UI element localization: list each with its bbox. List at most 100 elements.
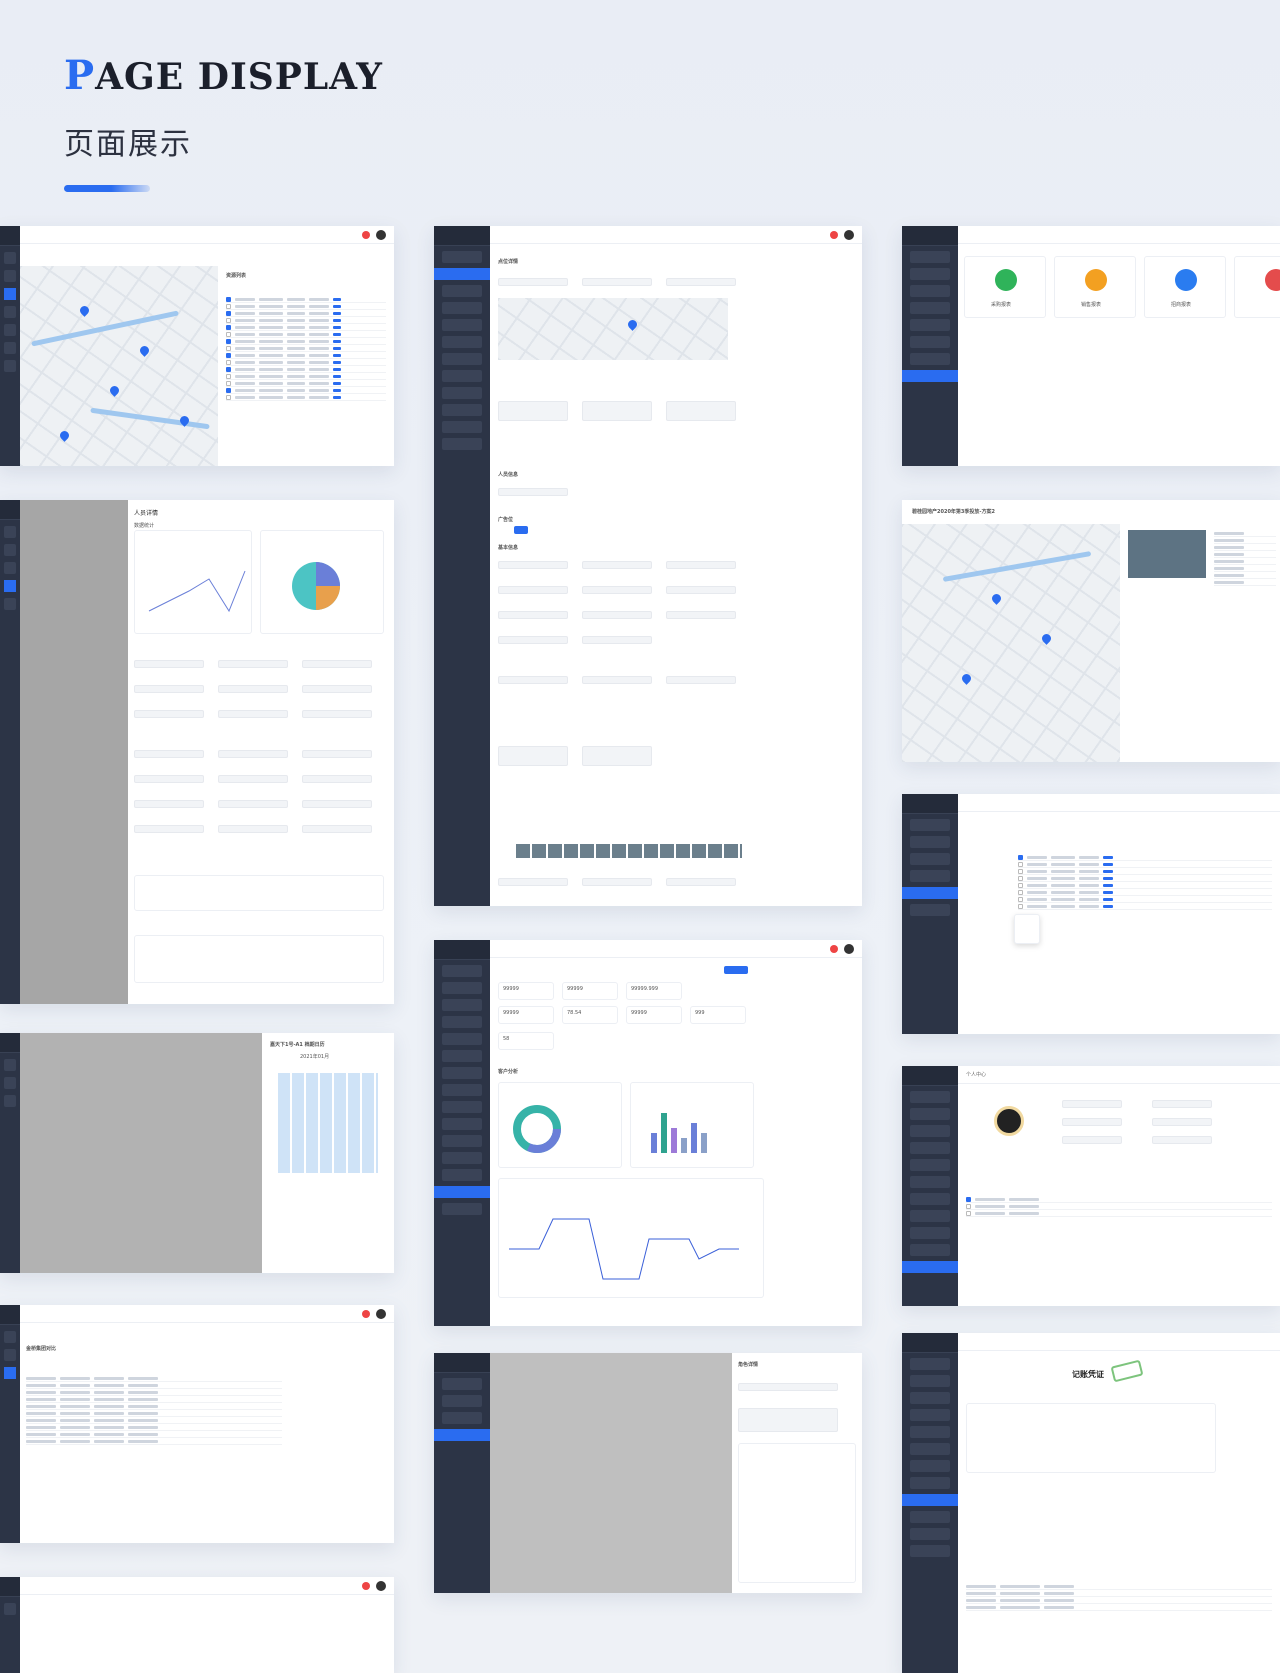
customer-analysis-title: 客户分析 xyxy=(498,1069,519,1075)
location-map[interactable] xyxy=(498,298,728,360)
data-table xyxy=(1018,854,1272,910)
line-card xyxy=(498,1178,764,1298)
stat-card: 58 xyxy=(498,1032,554,1050)
topbar xyxy=(20,1577,394,1595)
sidebar xyxy=(0,1305,20,1543)
line-chart-card xyxy=(134,530,252,634)
screenshot-person-detail: 人员详情 数据统计 xyxy=(0,500,394,1004)
query-button[interactable] xyxy=(724,966,748,974)
screenshot-reports: 采购报表 销售报表 招商报表 xyxy=(902,226,1280,466)
sidebar xyxy=(902,1066,958,1306)
resource-table xyxy=(226,296,386,401)
screenshot-analysis: 99999 99999 99999.999 99999 78.54 99999 … xyxy=(434,940,862,1326)
map-view[interactable] xyxy=(902,524,1120,762)
pie-chart xyxy=(292,562,340,610)
detail-table xyxy=(1214,530,1276,586)
bar-chart xyxy=(651,1113,707,1153)
stat-card: 99999 xyxy=(498,982,554,1000)
donut-chart xyxy=(513,1105,561,1153)
bar-card xyxy=(630,1082,754,1168)
calendar-month[interactable]: 2021年01月 xyxy=(300,1053,329,1060)
approval-records xyxy=(966,1583,1272,1611)
list-title: 资源列表 xyxy=(226,273,247,279)
report-card[interactable] xyxy=(1234,256,1280,318)
topbar xyxy=(958,226,1280,244)
donut-card xyxy=(498,1082,622,1168)
basic-section: 基本信息 xyxy=(498,545,519,551)
sidebar xyxy=(0,1577,20,1673)
report-card[interactable]: 招商报表 xyxy=(1144,256,1226,318)
screenshot-compare: 金桥集团对比 xyxy=(0,1305,394,1543)
ad-section: 广告位 xyxy=(498,517,514,523)
certificate-table xyxy=(134,935,384,983)
approved-stamp xyxy=(1110,1359,1144,1383)
site-photo xyxy=(1128,530,1206,578)
screenshot-role-detail: 角色详情 xyxy=(434,1353,862,1593)
compare-title: 金桥集团对比 xyxy=(26,1346,57,1352)
stat-card: 999 xyxy=(690,1006,746,1024)
permission-tree[interactable] xyxy=(738,1443,856,1583)
topbar xyxy=(490,226,862,244)
topbar xyxy=(490,940,862,958)
screenshot-list-dropdown xyxy=(902,794,1280,1034)
modal-overlay xyxy=(490,1353,732,1593)
topbar: 个人中心 xyxy=(958,1066,1280,1084)
sidebar xyxy=(0,1033,20,1273)
role-title: 角色详情 xyxy=(738,1362,759,1368)
report-icon xyxy=(995,269,1017,291)
avatar xyxy=(994,1106,1024,1136)
screenshot-map-list: 资源列表 xyxy=(0,226,394,466)
page-hero: PAGE DISPLAY 页面展示 xyxy=(64,52,383,192)
screenshot-voucher: 记账凭证 xyxy=(902,1333,1280,1673)
map-detail-title: 碧桂园地产2020年第3季投放-方案2 xyxy=(912,509,995,515)
compare-table xyxy=(26,1375,282,1445)
screenshot-calendar: 嘉天下1号-A1 档期日历 2021年01月 xyxy=(0,1033,394,1273)
stats-title: 数据统计 xyxy=(134,523,155,529)
page-title: PAGE DISPLAY xyxy=(64,52,384,99)
trend-line-chart xyxy=(509,1218,739,1280)
modal-overlay xyxy=(20,1033,262,1273)
calendar-grid[interactable] xyxy=(278,1073,378,1173)
people-section: 人员信息 xyxy=(498,472,519,478)
report-card[interactable]: 采购报表 xyxy=(964,256,1046,318)
stat-card: 99999 xyxy=(626,1006,682,1024)
title-underline xyxy=(64,185,150,192)
sidebar xyxy=(434,226,490,906)
report-icon xyxy=(1175,269,1197,291)
line-chart xyxy=(148,570,246,613)
photo-strip[interactable] xyxy=(516,844,742,858)
page-subtitle: 页面展示 xyxy=(64,127,192,162)
sidebar xyxy=(0,226,20,466)
voucher-table xyxy=(966,1403,1216,1473)
sidebar xyxy=(902,226,958,466)
contract-table xyxy=(134,875,384,911)
topbar xyxy=(958,794,1280,812)
sidebar xyxy=(902,1333,958,1673)
sidebar xyxy=(0,500,20,1004)
topbar xyxy=(20,1305,394,1323)
screenshot-profile: 个人中心 xyxy=(902,1066,1280,1306)
ad-tab[interactable] xyxy=(514,526,528,534)
report-icon xyxy=(1265,269,1280,291)
stat-card: 99999.999 xyxy=(626,982,682,1000)
modal-overlay xyxy=(20,500,128,1004)
pie-chart-card xyxy=(260,530,384,634)
screenshot-map-detail: 碧桂园地产2020年第3季投放-方案2 xyxy=(902,500,1280,762)
stat-card: 99999 xyxy=(498,1006,554,1024)
report-card[interactable]: 销售报表 xyxy=(1054,256,1136,318)
calendar-side-title: 嘉天下1号-A1 档期日历 xyxy=(270,1042,325,1048)
map-view[interactable] xyxy=(20,266,218,466)
dropdown-menu[interactable] xyxy=(1014,914,1040,944)
topbar xyxy=(958,1333,1280,1351)
topbar xyxy=(20,226,394,244)
sidebar xyxy=(434,1353,490,1593)
sidebar xyxy=(902,794,958,1034)
profile-table xyxy=(966,1196,1272,1217)
voucher-title: 记账凭证 xyxy=(1072,1370,1104,1379)
screenshot-list-bottom xyxy=(0,1577,394,1673)
stat-card: 78.54 xyxy=(562,1006,618,1024)
drawer-title: 人员详情 xyxy=(134,510,159,517)
screenshot-detail-form: 点位详情 人员信息 广告位 基本信息 xyxy=(434,226,862,906)
sidebar xyxy=(434,940,490,1326)
form-title: 点位详情 xyxy=(498,259,519,265)
